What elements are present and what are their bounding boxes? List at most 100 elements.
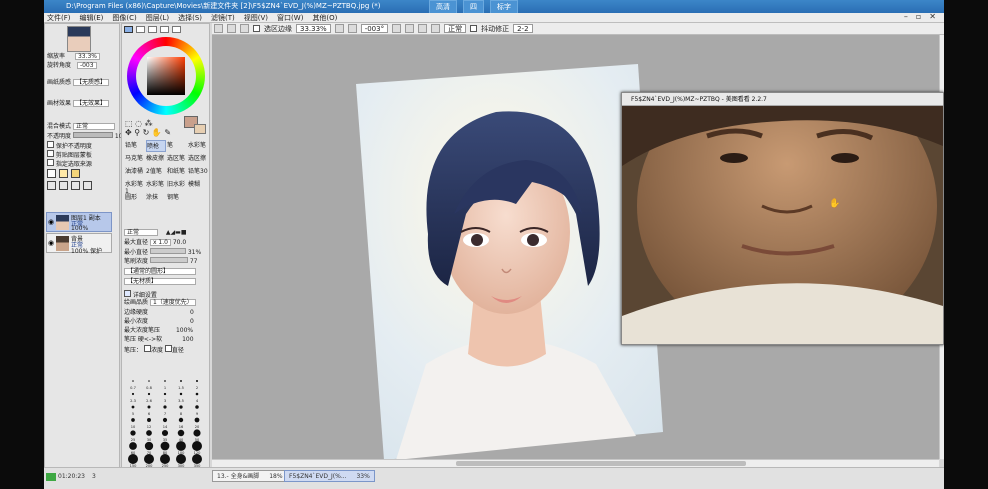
menu-window[interactable]: 窗口(W) bbox=[277, 13, 303, 22]
hand-icon[interactable]: ✋ bbox=[152, 128, 162, 137]
menu-filter[interactable]: 滤镜(T) bbox=[211, 13, 235, 22]
pressure-size-checkbox[interactable] bbox=[164, 345, 172, 352]
tool-eraser[interactable]: 橡皮擦 bbox=[146, 153, 166, 165]
brush-size-dot[interactable] bbox=[129, 442, 137, 450]
stabilizer-select[interactable]: 2-2 bbox=[513, 24, 533, 33]
brush-size-dot[interactable] bbox=[148, 380, 150, 382]
horizontal-scrollbar[interactable] bbox=[212, 459, 939, 467]
tool-blur[interactable]: 模糊 bbox=[188, 179, 208, 191]
delete-layer-icon[interactable] bbox=[83, 181, 92, 190]
brush-size-dot[interactable] bbox=[164, 380, 166, 382]
quality-select[interactable]: 1（速度优先） bbox=[149, 299, 196, 306]
restore-icon[interactable]: ▫ bbox=[916, 12, 921, 21]
brush-size-dot[interactable] bbox=[128, 454, 138, 464]
doc-tab-1[interactable]: 13.- 全身&画脚 18% bbox=[212, 470, 288, 482]
layer-row-copy[interactable]: ◉ 图层1 副本 正常 100% bbox=[46, 212, 112, 232]
flip-icon[interactable] bbox=[431, 24, 441, 33]
zoom-out-icon[interactable] bbox=[334, 24, 344, 33]
eye-icon[interactable]: ◉ bbox=[48, 239, 54, 247]
opacity-slider[interactable] bbox=[72, 132, 113, 138]
scroll-thumb[interactable] bbox=[456, 461, 746, 466]
min-size-slider[interactable] bbox=[149, 248, 186, 254]
brush-size-dot[interactable] bbox=[176, 441, 186, 451]
brush-size-dot[interactable] bbox=[193, 429, 201, 437]
tool-pen2[interactable]: 钢笔 bbox=[167, 192, 187, 204]
menu-view[interactable]: 视图(V) bbox=[244, 13, 268, 22]
angle-field[interactable]: -003 bbox=[76, 62, 97, 69]
brush-size-dot[interactable] bbox=[147, 392, 151, 396]
merge-down-icon[interactable] bbox=[59, 181, 68, 190]
move-icon[interactable]: ✥ bbox=[125, 128, 132, 137]
scratch-mode-icon[interactable] bbox=[172, 26, 181, 33]
secondary-color-swatch[interactable] bbox=[194, 124, 206, 134]
tb-button-mark[interactable]: 标字 bbox=[490, 0, 518, 13]
color-wheel[interactable] bbox=[127, 37, 205, 115]
effect-select[interactable]: 【无效果】 bbox=[72, 100, 109, 107]
tool-pencil[interactable]: 铅笔 bbox=[125, 140, 145, 152]
brush-size-dot[interactable] bbox=[177, 429, 185, 437]
zoom-select[interactable]: 33.33% bbox=[296, 24, 331, 33]
angle-select[interactable]: -003° bbox=[360, 24, 389, 33]
tool-smudge[interactable]: 涂抹 bbox=[146, 192, 166, 204]
brush-size-dot[interactable] bbox=[147, 418, 151, 422]
brush-size-dot[interactable] bbox=[192, 441, 202, 451]
brush-size-dot[interactable] bbox=[160, 454, 170, 464]
tool-watercolor1[interactable]: 水彩笔1 bbox=[125, 179, 145, 195]
tool-airbrush[interactable]: 喷枪 bbox=[146, 140, 166, 152]
zoom-field[interactable]: 33.3% bbox=[74, 53, 100, 60]
brush-size-dot[interactable] bbox=[162, 417, 168, 423]
blend-select-toolbar[interactable]: 正常 bbox=[444, 24, 467, 33]
menu-image[interactable]: 图像(C) bbox=[112, 13, 136, 22]
tool-pencil30[interactable]: 铅笔30 bbox=[188, 166, 208, 178]
swatch-mode-icon[interactable] bbox=[160, 26, 169, 33]
brush-size-dot[interactable] bbox=[132, 380, 134, 382]
saturation-value-square[interactable] bbox=[147, 57, 185, 95]
protect-opacity-checkbox[interactable] bbox=[47, 141, 54, 148]
new-layer-set-icon[interactable] bbox=[59, 169, 68, 178]
brush-size-dot[interactable] bbox=[195, 392, 199, 396]
density-slider[interactable] bbox=[149, 257, 188, 263]
select-edge-checkbox[interactable] bbox=[253, 25, 260, 32]
color-wheel-mode-icon[interactable] bbox=[124, 26, 133, 33]
rect-select-icon[interactable]: ⬚ bbox=[125, 119, 133, 128]
brush-size-grid[interactable]: 0.7 0.8 1 1.5 2 2.3 2.6 3 3.5 4 5 6 7 8 9 10 12 14 16 20 25 3… bbox=[127, 376, 207, 476]
brush-size-dot[interactable] bbox=[163, 392, 167, 396]
detail-checkbox[interactable] bbox=[124, 290, 131, 297]
brush-texture-select[interactable]: 【无材质】 bbox=[124, 278, 196, 285]
brush-size-dot[interactable] bbox=[144, 441, 154, 451]
tool-circle[interactable]: 圆形 bbox=[125, 192, 145, 204]
eye-icon[interactable]: ◉ bbox=[48, 218, 54, 226]
minimize-icon[interactable]: – bbox=[904, 12, 908, 21]
invert-select-icon[interactable] bbox=[240, 24, 249, 33]
blend-select[interactable]: 正常 bbox=[72, 123, 115, 130]
hsv-mode-icon[interactable] bbox=[148, 26, 157, 33]
stabilizer-checkbox[interactable] bbox=[470, 25, 478, 32]
navigator-thumbnail[interactable] bbox=[67, 26, 91, 52]
brush-size-dot[interactable] bbox=[192, 454, 202, 464]
lasso-icon[interactable]: ◌ bbox=[135, 119, 142, 128]
max-size-mult[interactable]: x 1.0 bbox=[149, 239, 171, 246]
brush-size-dot[interactable] bbox=[163, 405, 167, 409]
rgb-mode-icon[interactable] bbox=[136, 26, 145, 33]
clear-layer-icon[interactable] bbox=[71, 181, 80, 190]
tool-pen[interactable]: 笔 bbox=[167, 140, 187, 152]
reset-rotation-icon[interactable] bbox=[418, 24, 428, 33]
rotate-left-icon[interactable] bbox=[392, 24, 402, 33]
pressure-density-checkbox[interactable] bbox=[143, 345, 151, 352]
menu-other[interactable]: 其他(O) bbox=[312, 13, 337, 22]
tool-bucket[interactable]: 油漆桶 bbox=[125, 166, 145, 178]
tool-binary-pen[interactable]: 2值笔 bbox=[146, 166, 166, 178]
reference-photo[interactable]: ✋ bbox=[622, 106, 943, 344]
tool-watercolor[interactable]: 水彩笔 bbox=[188, 140, 208, 152]
brush-size-dot[interactable] bbox=[178, 417, 184, 423]
brush-size-dot[interactable] bbox=[195, 379, 199, 383]
menu-select[interactable]: 选择(S) bbox=[178, 13, 202, 22]
new-layer-icon[interactable] bbox=[47, 169, 56, 178]
brush-size-dot[interactable] bbox=[176, 454, 186, 464]
eyedropper-icon[interactable]: ✎ bbox=[164, 128, 171, 137]
brush-size-dot[interactable] bbox=[161, 429, 169, 437]
copy-layer-icon[interactable] bbox=[47, 181, 56, 190]
brush-size-dot[interactable] bbox=[194, 417, 200, 423]
brush-shape-icons[interactable]: ▲◢▬■ bbox=[166, 229, 187, 236]
source-checkbox[interactable] bbox=[47, 159, 54, 166]
